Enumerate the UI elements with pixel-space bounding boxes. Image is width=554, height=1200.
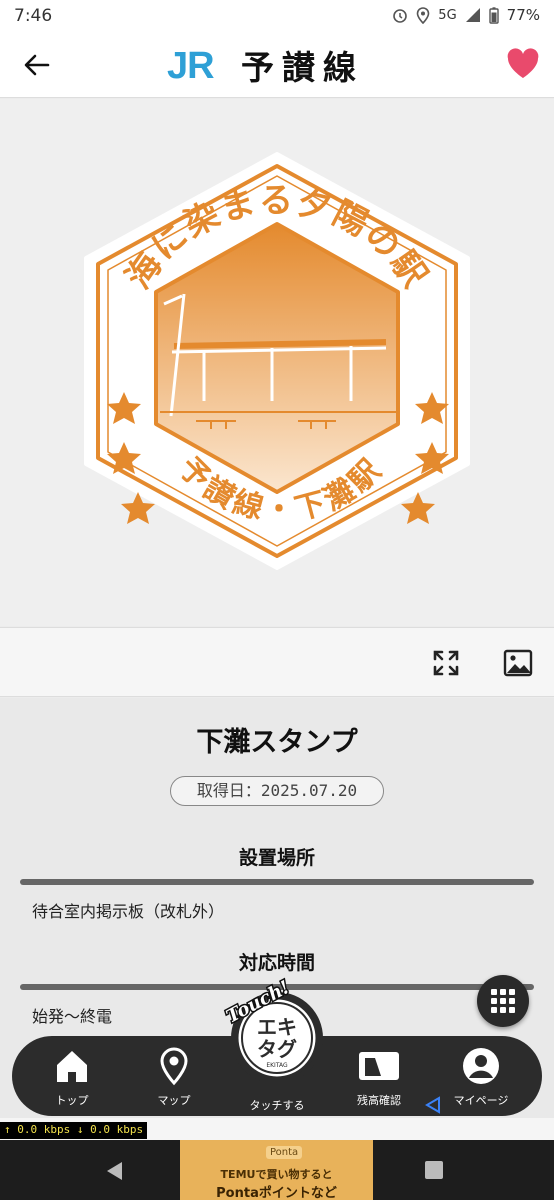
ad-headline: TEMUで買い物すると — [220, 1168, 333, 1181]
grid-icon — [491, 989, 515, 1013]
back-nav-icon[interactable] — [104, 1160, 124, 1182]
ad-choices-icon[interactable] — [424, 1096, 442, 1114]
user-icon — [463, 1048, 499, 1084]
ad-banner[interactable]: Ponta TEMUで買い物すると Pontaポイントなど — [180, 1140, 373, 1200]
nav-touch-label: タッチする — [249, 1099, 305, 1112]
network-speed-meter: ↑ 0.0 kbps ↓ 0.0 kbps — [0, 1122, 148, 1139]
nav-mypage[interactable]: マイページ — [441, 1046, 521, 1108]
status-time: 7:46 — [14, 6, 53, 26]
jr-logo: JR — [167, 47, 215, 83]
signal-icon — [465, 8, 480, 22]
nav-balance[interactable]: 残高確認 — [339, 1046, 419, 1108]
line-brand: JR 予讃線 — [165, 44, 364, 87]
touch-ekitag-button[interactable]: Touch! エキ タグ EKITAG — [217, 973, 327, 1088]
nav-map[interactable]: マップ — [134, 1046, 214, 1108]
page-title: 予讃線 — [241, 48, 364, 87]
status-icons: 5G 77% — [392, 6, 540, 24]
location-divider — [20, 879, 534, 885]
recents-nav-icon[interactable] — [424, 1160, 444, 1180]
ad-tag: Ponta — [266, 1146, 303, 1159]
battery-percent: 77% — [506, 6, 540, 24]
nav-top-label: トップ — [55, 1094, 89, 1107]
favorite-heart-icon[interactable] — [506, 48, 540, 80]
nav-top[interactable]: トップ — [32, 1046, 112, 1108]
alarm-icon — [393, 9, 408, 23]
map-pin-icon — [160, 1047, 188, 1086]
touch-logo-bottom: タグ — [257, 1037, 297, 1061]
stamp-viewer[interactable]: 海に染まる夕陽の駅 予讃線・下灘駅 — [0, 99, 554, 626]
status-bar: 7:46 5G 77% — [0, 0, 554, 32]
acquired-date-badge: 取得日：2025.07.20 — [170, 776, 384, 806]
touch-logo-sub: EKITAG — [266, 1062, 288, 1069]
app-header: JR 予讃線 — [0, 32, 554, 98]
nav-balance-label: 残高確認 — [357, 1094, 401, 1107]
ad-subline: Pontaポイントなど — [216, 1186, 337, 1200]
back-arrow-icon[interactable] — [22, 50, 52, 80]
stamp-toolbar — [0, 627, 554, 697]
stamp-image: 海に染まる夕陽の駅 予讃線・下灘駅 — [84, 152, 470, 570]
location-heading: 設置場所 — [238, 847, 315, 869]
hours-text: 始発～終電 — [32, 1007, 113, 1026]
fullscreen-icon[interactable] — [431, 648, 461, 678]
nav-mypage-label: マイページ — [453, 1094, 509, 1107]
card-icon — [359, 1052, 399, 1080]
home-icon — [57, 1051, 87, 1082]
image-icon[interactable] — [503, 648, 533, 678]
grid-menu-button[interactable] — [477, 975, 529, 1027]
nav-map-label: マップ — [157, 1094, 191, 1107]
location-text: 待合室内掲示板（改札外） — [32, 902, 225, 921]
location-icon — [416, 6, 430, 24]
touch-logo-top: エキ — [257, 1015, 297, 1039]
battery-icon — [488, 6, 499, 24]
network-type: 5G — [438, 7, 457, 23]
stamp-name: 下灘スタンプ — [196, 727, 358, 758]
hours-heading: 対応時間 — [238, 952, 315, 974]
jr-logo-text: JR — [167, 47, 214, 83]
